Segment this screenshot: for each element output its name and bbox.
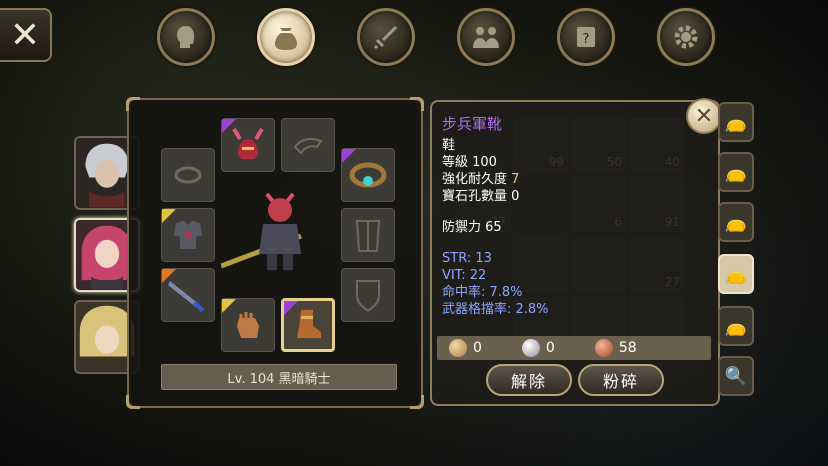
item-stat-hit-rate: 命中率: 7.8% (442, 285, 523, 300)
equip-slot-boots-selected[interactable] (281, 298, 335, 352)
rarity-tag (162, 209, 176, 223)
item-gem-slots: 寶石孔數量 0 (442, 189, 520, 204)
search-icon: 🔍 (724, 365, 748, 387)
equip-slot-shield[interactable] (341, 268, 395, 322)
shield-icon (356, 280, 380, 313)
people-icon (473, 27, 499, 48)
nav-quest-button[interactable]: ? (557, 8, 615, 66)
item-stat-block-rate: 武器格擋率: 2.8% (442, 302, 549, 317)
item-stat-vit: VIT: 22 (442, 268, 487, 283)
nav-skills-button[interactable] (357, 8, 415, 66)
close-menu-button[interactable]: ✕ (0, 8, 52, 62)
gem-ring-icon (349, 162, 387, 188)
character-level-label: Lv. 104 黑暗騎士 (161, 364, 397, 390)
character-model-knight (221, 192, 302, 270)
bag-tab-2[interactable]: 👝 (718, 152, 754, 192)
equipment-panel: Lv. 104 黑暗騎士 (126, 97, 424, 409)
head-icon (177, 26, 195, 48)
close-icon: ✕ (694, 103, 714, 129)
cloak-icon (293, 138, 323, 155)
item-durability: 強化耐久度 7 (442, 172, 520, 187)
gold-currency: 0 (449, 339, 482, 357)
gold-coin-icon (449, 339, 467, 357)
rarity-tag (162, 269, 176, 283)
equip-slot-gloves[interactable] (221, 298, 275, 352)
bag-icon (275, 28, 297, 50)
currency-bar: 0 0 58 (437, 336, 711, 360)
bag-icon: 👝 (724, 161, 748, 183)
shirt-icon (355, 220, 381, 252)
bag-tab-1[interactable]: 👝 (718, 102, 754, 142)
silver-coin-icon (521, 339, 540, 357)
close-icon: ✕ (9, 14, 41, 56)
item-stat-str: STR: 13 (442, 251, 492, 266)
item-defense: 防禦力 65 (442, 220, 502, 235)
copper-currency: 58 (594, 339, 637, 357)
rarity-tag (222, 119, 236, 133)
bag-icon: 👝 (724, 315, 748, 337)
nav-bag-button[interactable] (257, 8, 315, 66)
sword-icon (373, 26, 397, 50)
equip-slot-helmet[interactable] (221, 118, 275, 172)
nav-party-button[interactable] (457, 8, 515, 66)
scroll-icon: ? (577, 27, 595, 47)
item-name: 步兵軍靴 (442, 115, 503, 133)
equip-slot-cloak[interactable] (281, 118, 335, 172)
bag-icon: 👝 (724, 211, 748, 233)
equip-slot-armor[interactable] (161, 208, 215, 262)
equip-slot-earring[interactable] (341, 148, 395, 202)
rarity-tag (222, 299, 236, 313)
item-type: 鞋 (442, 138, 456, 153)
gear-icon (674, 25, 698, 49)
copper-coin-icon (594, 339, 613, 357)
svg-text:?: ? (583, 32, 590, 47)
nav-settings-button[interactable] (657, 8, 715, 66)
tooltip-close-button[interactable]: ✕ (686, 98, 722, 134)
shatter-button[interactable]: 粉碎 (578, 364, 664, 396)
item-tooltip: 步兵軍靴 鞋 等級 100 強化耐久度 7 寶石孔數量 0 防禦力 65 STR… (430, 100, 720, 406)
unequip-button[interactable]: 解除 (486, 364, 572, 396)
amulet-icon (174, 166, 202, 184)
silver-currency: 0 (521, 339, 555, 357)
bag-tab-3[interactable]: 👝 (718, 202, 754, 242)
equip-slot-weapon[interactable] (161, 268, 215, 322)
bag-search-tab[interactable]: 🔍 (718, 356, 754, 396)
bag-tab-4-selected[interactable]: 👝 (718, 254, 754, 294)
rarity-tag (342, 149, 356, 163)
equip-slot-shirt[interactable] (341, 208, 395, 262)
item-level: 等級 100 (442, 155, 497, 170)
rarity-tag (284, 301, 298, 315)
bag-tab-5[interactable]: 👝 (718, 306, 754, 346)
bag-icon: 👝 (724, 111, 748, 133)
equip-slot-amulet[interactable] (161, 148, 215, 202)
nav-character-button[interactable] (157, 8, 215, 66)
bag-icon: 👝 (724, 263, 748, 285)
